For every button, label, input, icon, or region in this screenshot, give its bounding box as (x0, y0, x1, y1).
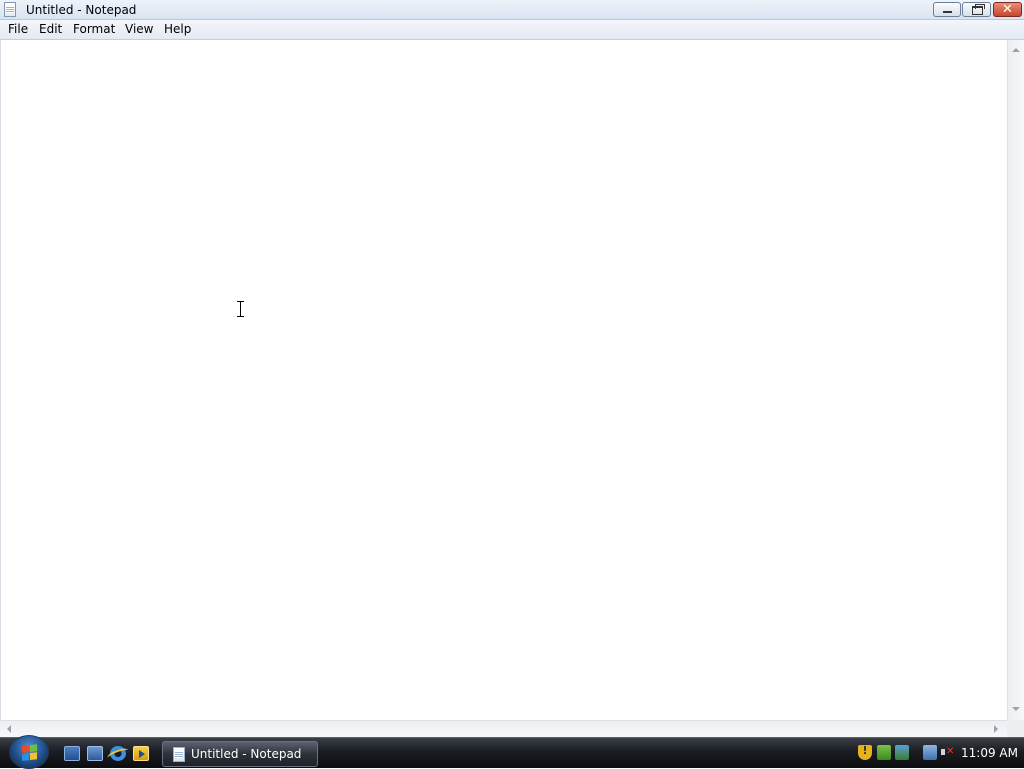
volume-muted-icon[interactable] (941, 745, 954, 760)
menu-bar: File Edit Format View Help (0, 20, 1024, 40)
taskbar: Untitled - Notepad 11:09 AM (0, 735, 1024, 769)
maximize-button[interactable] (962, 2, 991, 17)
switch-windows-icon[interactable] (87, 746, 103, 761)
status-icon[interactable] (895, 745, 909, 760)
internet-explorer-icon[interactable] (110, 746, 126, 761)
security-warning-icon[interactable] (858, 744, 872, 760)
menu-format[interactable]: Format (73, 20, 115, 39)
scrollbar-corner (1007, 720, 1024, 737)
text-editor-area[interactable] (0, 40, 1007, 720)
scroll-right-icon[interactable] (994, 725, 998, 733)
vertical-scrollbar[interactable] (1007, 40, 1024, 720)
title-bar[interactable]: Untitled - Notepad ✕ (0, 0, 1024, 20)
close-button[interactable]: ✕ (993, 2, 1022, 17)
menu-help[interactable]: Help (164, 20, 191, 39)
close-icon: ✕ (1002, 2, 1013, 17)
show-desktop-icon[interactable] (64, 746, 80, 761)
taskbar-button-notepad[interactable]: Untitled - Notepad (162, 741, 318, 767)
start-button[interactable] (9, 735, 49, 769)
minimize-button[interactable] (933, 2, 961, 17)
network-icon[interactable] (923, 745, 937, 760)
sync-icon[interactable] (877, 745, 891, 760)
notepad-icon[interactable] (4, 2, 16, 17)
windows-logo-icon (22, 744, 38, 761)
i-beam-cursor-icon (237, 301, 244, 317)
menu-edit[interactable]: Edit (39, 20, 62, 39)
menu-view[interactable]: View (125, 20, 153, 39)
horizontal-scrollbar[interactable] (0, 720, 1007, 737)
notepad-icon (173, 747, 185, 762)
menu-file[interactable]: File (8, 20, 28, 39)
media-player-icon[interactable] (133, 746, 149, 761)
scroll-up-icon[interactable] (1012, 48, 1020, 52)
taskbar-button-label: Untitled - Notepad (191, 747, 302, 761)
scroll-left-icon[interactable] (7, 725, 11, 733)
window-title: Untitled - Notepad (26, 3, 137, 17)
system-tray: 11:09 AM (852, 738, 1024, 768)
scroll-down-icon[interactable] (1012, 707, 1020, 711)
clock[interactable]: 11:09 AM (961, 738, 1018, 768)
